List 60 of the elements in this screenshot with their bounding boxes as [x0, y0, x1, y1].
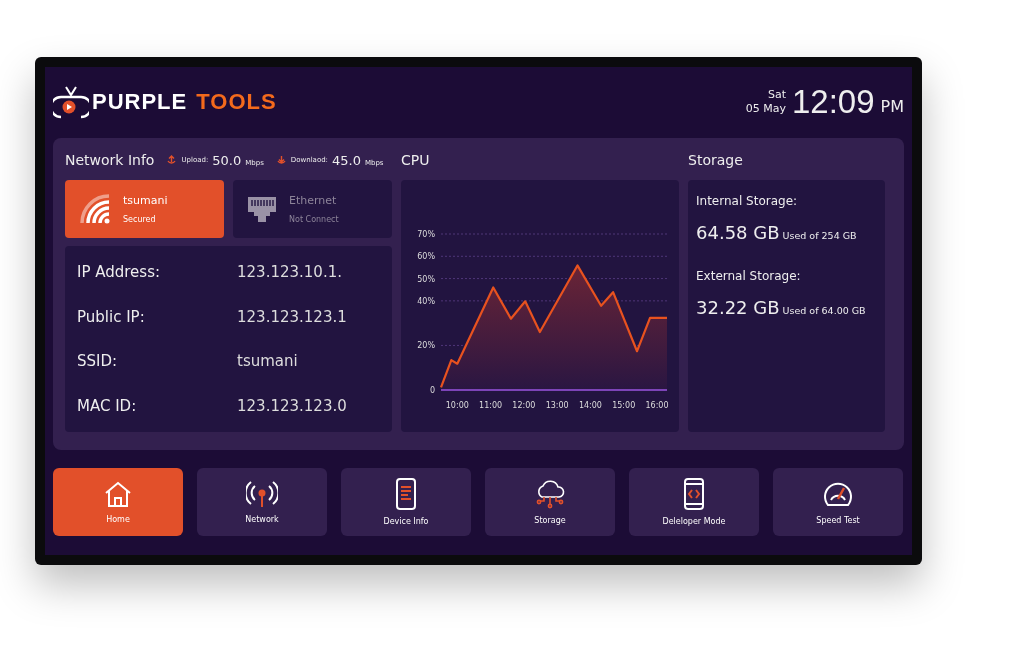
nav-button[interactable]: Home — [53, 468, 183, 536]
detail-label: SSID: — [77, 352, 119, 371]
storage-total: Used of 254 GB — [782, 230, 857, 241]
section-title: Storage — [688, 152, 743, 168]
logo-text: TOOLS — [196, 89, 277, 115]
y-tick-label: 60% — [417, 252, 435, 262]
detail-value: 123.123.123.0 — [237, 396, 348, 415]
nav-button[interactable]: Deleloper Mode — [629, 468, 759, 536]
y-tick-label: 40% — [417, 296, 435, 306]
storage-label: Internal Storage: — [696, 194, 799, 208]
x-tick-label: 12:00 — [512, 401, 536, 410]
phone-document-icon — [395, 478, 417, 510]
ethernet-port-icon — [247, 195, 277, 223]
x-tick-label: 11:00 — [479, 401, 503, 410]
y-tick-label: 70% — [417, 230, 435, 239]
nav-button[interactable]: Storage — [485, 468, 615, 536]
download-value: 45.0 — [332, 152, 361, 168]
day-text: Sat — [767, 88, 786, 102]
connection-status: Secured — [123, 215, 157, 224]
detail-value: 123.123.10.1. — [237, 263, 343, 282]
section-title: Network Info — [65, 152, 155, 168]
detail-value: tsumani — [237, 352, 299, 371]
clock-time: 12:09 — [791, 83, 875, 121]
connection-card[interactable]: Ethernet Not Connect — [233, 180, 392, 238]
detail-label: IP Address: — [77, 263, 162, 282]
antenna-icon — [246, 480, 278, 508]
nav-button[interactable]: Device Info — [341, 468, 471, 536]
phone-code-icon — [683, 478, 705, 510]
x-tick-label: 14:00 — [578, 401, 602, 410]
nav-button[interactable]: Network — [197, 468, 327, 536]
connection-status: Not Connect — [289, 215, 339, 224]
storage-used: 32.22 GB — [696, 297, 780, 318]
y-tick-label: 0 — [429, 386, 435, 395]
y-tick-label: 20% — [417, 341, 435, 351]
am-pm-text: PM — [880, 96, 904, 116]
upload-icon — [166, 154, 178, 166]
connection-name: Ethernet — [289, 194, 338, 207]
logo-text: PURPLE — [92, 89, 188, 115]
detail-value: 123.123.123.1 — [237, 307, 348, 326]
nav-button[interactable]: Speed Test — [773, 468, 903, 536]
x-tick-label: 15:00 — [612, 401, 636, 410]
tv-play-icon — [53, 85, 89, 119]
section-title: CPU — [401, 152, 430, 168]
detail-label: Public IP: — [77, 307, 146, 326]
connection-name: tsumani — [123, 194, 168, 207]
home-icon — [103, 480, 133, 508]
wifi-icon — [79, 193, 111, 225]
storage-total: Used of 64.00 GB — [782, 305, 866, 316]
detail-label: MAC ID: — [77, 396, 138, 415]
date-text: 05 May — [745, 102, 786, 116]
x-tick-label: 16:00 — [645, 401, 669, 410]
cloud-icon — [534, 479, 566, 509]
x-tick-label: 13:00 — [545, 401, 569, 410]
storage-used: 64.58 GB — [696, 222, 780, 243]
connection-card[interactable]: tsumani Secured — [65, 180, 224, 238]
upload-value: 50.0 — [212, 152, 242, 168]
download-icon — [275, 154, 287, 166]
x-tick-label: 10:00 — [445, 401, 469, 410]
y-tick-label: 50% — [417, 274, 435, 284]
storage-label: External Storage: — [696, 269, 802, 283]
